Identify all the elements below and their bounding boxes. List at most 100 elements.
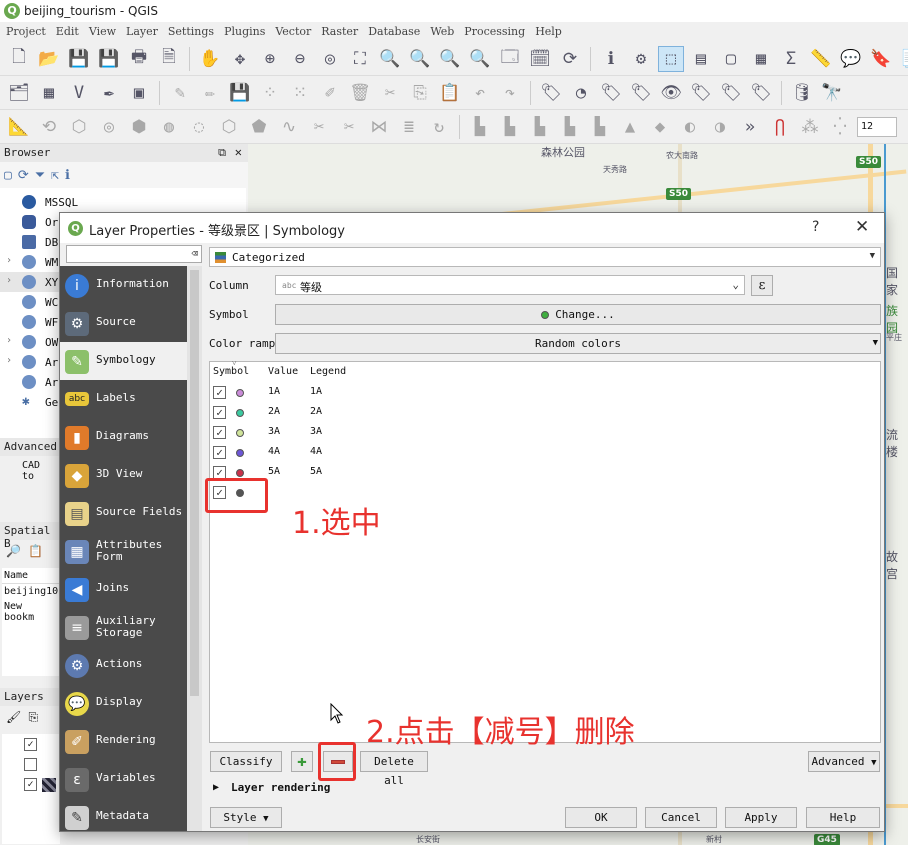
enable-properties-icon[interactable]: ℹ [65,168,70,183]
expand-triangle-icon[interactable]: ▶ [213,782,219,793]
add-gps-layer-icon[interactable]: ▣ [126,80,152,106]
menu-view[interactable]: View [89,22,124,42]
current-edits-icon[interactable]: ✎ [167,80,193,106]
layer-diagram-icon[interactable]: ◔ [568,80,594,106]
bookmark-row[interactable]: beijing10 [2,584,60,599]
layer-labeling-icon[interactable]: 🏷 [538,80,564,106]
sidebar-item-source-fields[interactable]: ▤ Source Fields [60,494,187,532]
class-row[interactable]: ✓ 1A 1A [210,383,880,403]
zoom-out-icon[interactable]: ⊖ [287,46,313,72]
class-row[interactable]: ✓ 5A 5A [210,463,880,483]
save-project-icon[interactable]: 💾 [66,46,92,72]
close-panel-icon[interactable]: ✕ [235,145,242,159]
pin-labels-icon[interactable]: 🏷 [628,80,654,106]
toggle-editing-icon[interactable]: ✏ [197,80,223,106]
statistics-icon[interactable]: Σ [778,46,804,72]
sidebar-item-variables[interactable]: ε Variables [60,760,187,798]
show-hide-labels-icon[interactable]: 👁 [658,80,684,106]
new-map-view-icon[interactable]: 🗔 [497,46,523,72]
undo-icon[interactable]: ↶ [467,80,493,106]
shape-arc-icon[interactable]: ◐ [677,114,703,140]
class-row[interactable]: ✓ 3A 3A [210,423,880,443]
select-features-icon[interactable]: ⬚ [658,45,684,72]
browser-item[interactable]: MSSQL [0,192,246,212]
advanced-button[interactable]: Advanced ▼ [808,751,880,772]
fill-ring-icon[interactable]: ◍ [156,114,182,140]
menu-database[interactable]: Database [368,22,428,42]
sidebar-item-display[interactable]: 💬 Display [60,684,187,722]
identify-features-icon[interactable]: ℹ [598,46,624,72]
style-brush-icon[interactable]: 🖌 [6,710,21,724]
sidebar-item-actions[interactable]: ⚙ Actions [60,646,187,684]
refresh-icon[interactable]: ⟳ [557,46,583,72]
refresh-browser-icon[interactable]: ⟳ [18,168,29,183]
highlight-pinned-labels-icon[interactable]: 🏷 [598,80,624,106]
class-row[interactable]: ✓ 2A 2A [210,403,880,423]
open-project-icon[interactable]: 📂 [36,46,62,72]
rotate-label-icon[interactable]: 🏷 [718,80,744,106]
classify-button[interactable]: Classify [210,751,282,772]
import-bookmark-icon[interactable]: 📋 [28,544,43,558]
add-ring-icon[interactable]: ◎ [96,114,122,140]
sidebar-search-input[interactable]: ⌫ [66,245,202,263]
more-tools-icon[interactable]: » [737,114,763,140]
cut-features-icon[interactable]: ✂ [377,80,403,106]
move-label-icon[interactable]: 🏷 [688,80,714,106]
add-part-icon[interactable]: ⬢ [126,114,152,140]
class-checkbox[interactable]: ✓ [213,426,226,439]
apply-button[interactable]: Apply [725,807,797,828]
sidebar-item-auxiliary-storage[interactable]: ≡ Auxiliary Storage [60,608,187,646]
layer-visibility-checkbox[interactable]: ✓ [24,738,37,751]
snapping-tolerance-icon[interactable]: ⁛ [827,114,853,140]
menu-help[interactable]: Help [535,22,570,42]
snapping-options-icon[interactable]: ⁂ [797,114,823,140]
layer-visibility-checkbox[interactable] [24,758,37,771]
modify-attributes-icon[interactable]: ✐ [317,80,343,106]
field-calculator-icon[interactable]: ▦ [748,46,774,72]
expression-button[interactable]: ε [751,275,773,296]
snapping-tolerance-input[interactable]: 12 [857,116,897,137]
show-bookmarks-icon[interactable]: 📑 [898,46,908,72]
sidebar-item-attributes-form[interactable]: ▦ Attributes Form [60,532,187,570]
menu-settings[interactable]: Settings [168,22,222,42]
filter-browser-icon[interactable]: ⏷ [35,168,45,183]
menu-edit[interactable]: Edit [56,22,87,42]
pan-hand-icon[interactable]: ✋ [197,46,223,72]
delete-all-button[interactable]: Delete all [360,751,428,787]
save-as-icon[interactable]: 💾 [96,46,122,72]
class-checkbox[interactable]: ✓ [213,406,226,419]
add-selected-layers-icon[interactable]: ▢ [4,168,12,183]
expand-arrow-icon[interactable]: › [6,355,12,366]
add-vector-layer-icon[interactable]: V [66,80,92,106]
sidebar-scrollbar[interactable] [187,266,202,831]
merge-selected-icon[interactable]: ⋈ [366,114,392,140]
run-action-icon[interactable]: ⚙ [628,46,654,72]
shape-rect-icon[interactable]: ▙ [497,114,523,140]
sidebar-item-source[interactable]: ⚙ Source [60,304,187,342]
menu-processing[interactable]: Processing [464,22,533,42]
class-symbol[interactable] [236,449,244,457]
class-checkbox[interactable]: ✓ [213,446,226,459]
shape-point-icon[interactable]: ▲ [617,114,643,140]
binoculars-icon[interactable]: 🔭 [819,80,845,106]
map-tips-icon[interactable]: 💬 [838,46,864,72]
reshape-icon[interactable]: ⬟ [246,114,272,140]
renderer-select[interactable]: Categorized ▼ [209,247,881,267]
sidebar-item-labels[interactable]: abc Labels [60,380,187,418]
zoom-to-bookmark-icon[interactable]: 🔎 [6,544,21,558]
sidebar-item-rendering[interactable]: ✐ Rendering [60,722,187,760]
sidebar-item-diagrams[interactable]: ▮ Diagrams [60,418,187,456]
class-symbol[interactable] [236,429,244,437]
digitize-icon[interactable]: ✒ [96,80,122,106]
zoom-next-icon[interactable]: 🔍 [467,46,493,72]
rotate-point-symbols-icon[interactable]: ↻ [426,114,452,140]
style-button[interactable]: Style ▼ [210,807,282,828]
scrollbar-thumb[interactable] [190,270,199,696]
new-project-icon[interactable]: 🗋 [6,46,32,72]
merge-attributes-icon[interactable]: ≣ [396,114,422,140]
expand-arrow-icon[interactable]: › [6,255,12,266]
deselect-features-icon[interactable]: ▢ [718,46,744,72]
ok-button[interactable]: OK [565,807,637,828]
change-label-icon[interactable]: 🏷 [748,80,774,106]
collapse-all-icon[interactable]: ⇱ [51,168,59,183]
